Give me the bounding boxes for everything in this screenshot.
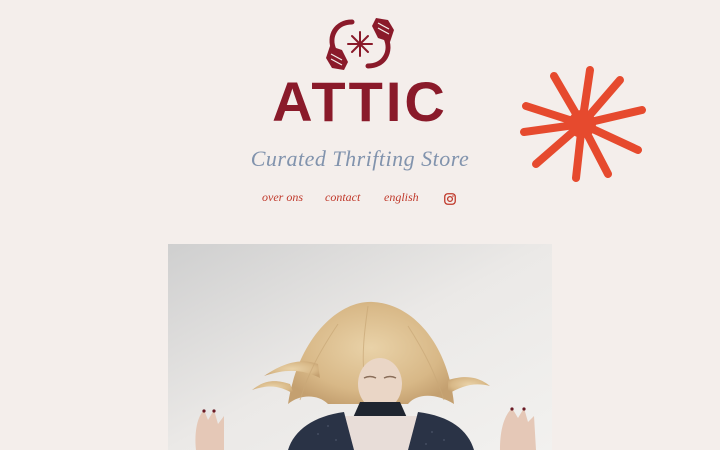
hands-star-logo-icon (326, 18, 394, 70)
nav-link-contact[interactable]: contact (325, 190, 360, 205)
woman-tossing-hair-photo (168, 244, 552, 450)
hero-image (168, 244, 552, 450)
main-nav: over ons contact english (0, 190, 720, 210)
nav-link-over-ons[interactable]: over ons (262, 190, 303, 205)
instagram-icon[interactable] (444, 193, 456, 205)
starburst-icon (520, 66, 646, 182)
nav-link-english[interactable]: english (384, 190, 419, 205)
